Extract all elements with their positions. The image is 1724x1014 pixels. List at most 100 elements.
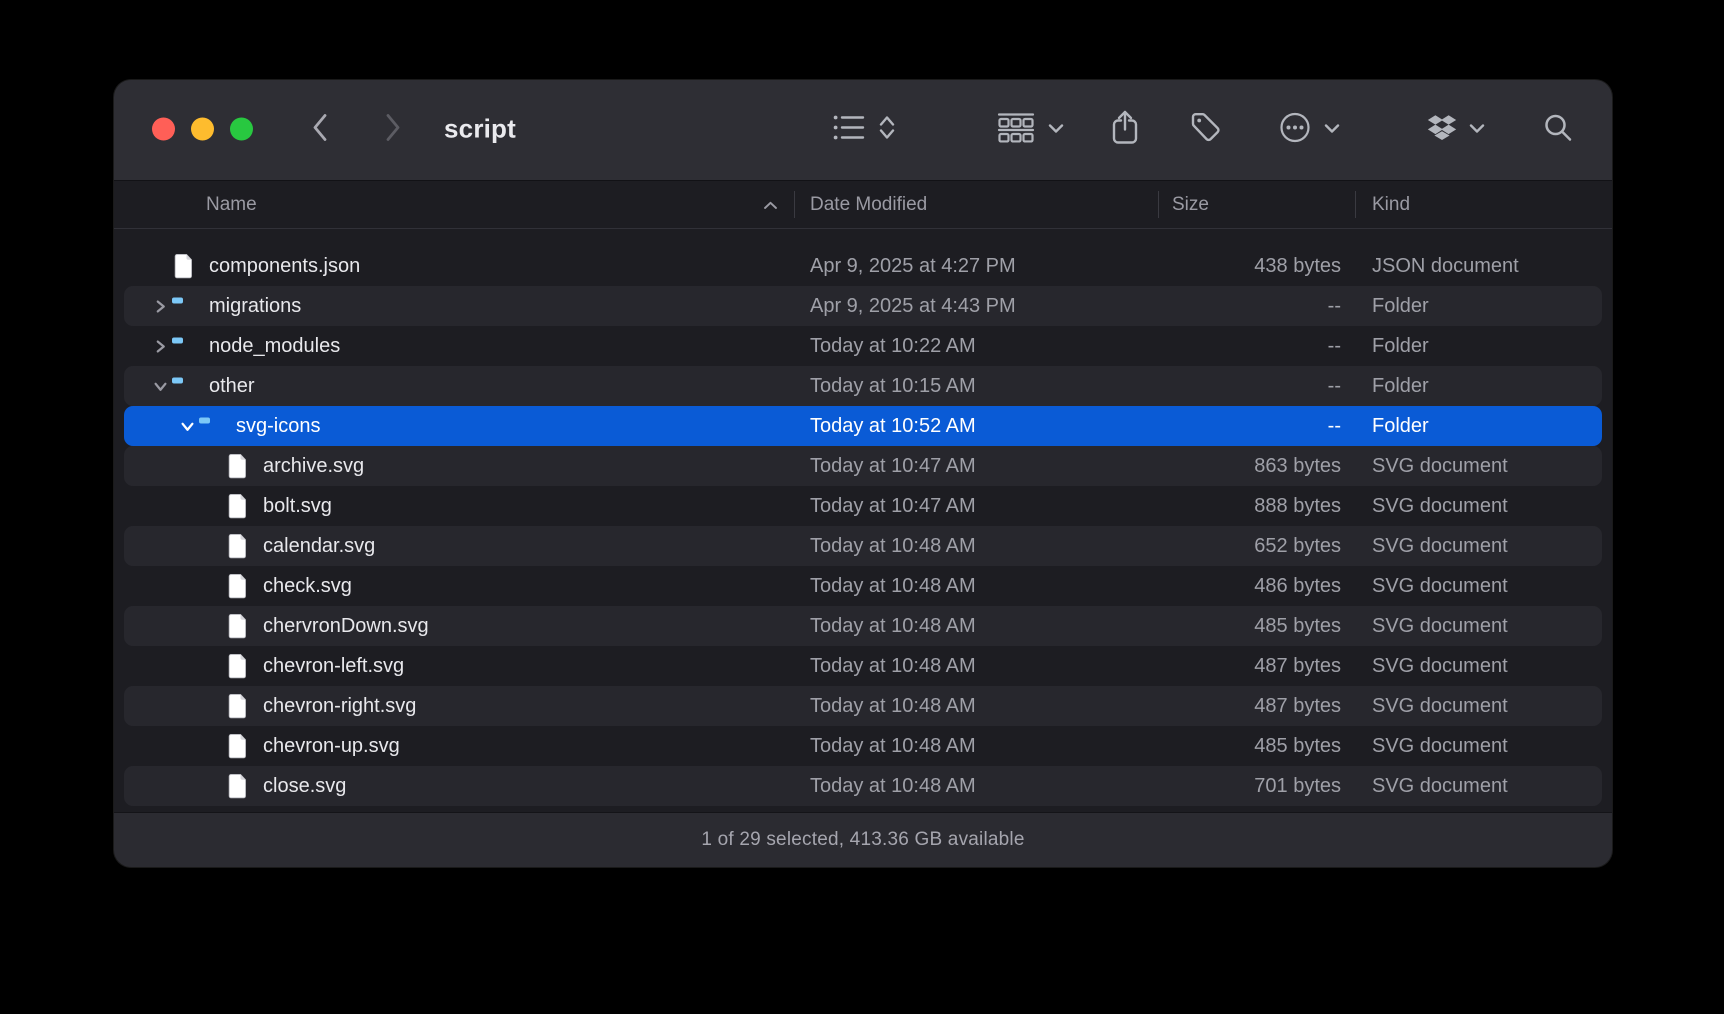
file-list: components.json Apr 9, 2025 at 4:27 PM 4…	[114, 228, 1612, 813]
file-date: Today at 10:48 AM	[794, 735, 1158, 758]
file-size: 485 bytes	[1158, 735, 1355, 758]
file-name: svg-icons	[236, 415, 320, 438]
zoom-button[interactable]	[230, 118, 253, 141]
file-name: other	[209, 375, 255, 398]
file-kind: SVG document	[1355, 575, 1602, 598]
chevron-left-icon	[312, 114, 328, 145]
file-kind: SVG document	[1355, 735, 1602, 758]
file-size: 485 bytes	[1158, 615, 1355, 638]
file-size: 888 bytes	[1158, 495, 1355, 518]
name-cell: chevron-up.svg	[124, 733, 794, 759]
name-cell: archive.svg	[124, 453, 794, 479]
file-row[interactable]: close.svg Today at 10:48 AM 701 bytes SV…	[124, 766, 1602, 806]
name-cell: node_modules	[124, 335, 794, 358]
chevron-down-icon	[1469, 120, 1485, 138]
column-label: Name	[206, 194, 257, 216]
close-button[interactable]	[152, 118, 175, 141]
file-size: 701 bytes	[1158, 775, 1355, 798]
column-header-kind[interactable]: Kind	[1355, 181, 1612, 228]
disclosure-chevron[interactable]	[149, 300, 171, 313]
file-size: --	[1158, 295, 1355, 318]
file-row[interactable]: migrations Apr 9, 2025 at 4:43 PM -- Fol…	[124, 286, 1602, 326]
search-button[interactable]	[1543, 113, 1573, 146]
file-row[interactable]: other Today at 10:15 AM -- Folder	[124, 366, 1602, 406]
back-button[interactable]	[312, 114, 328, 145]
file-row[interactable]: chevron-right.svg Today at 10:48 AM 487 …	[124, 686, 1602, 726]
folder-icon	[171, 296, 197, 317]
disclosure-chevron[interactable]	[149, 380, 171, 393]
file-size: --	[1158, 415, 1355, 438]
name-cell: components.json	[124, 253, 794, 279]
file-row[interactable]: chervronDown.svg Today at 10:48 AM 485 b…	[124, 606, 1602, 646]
file-row[interactable]: svg-icons Today at 10:52 AM -- Folder	[124, 406, 1602, 446]
window-title: script	[444, 114, 516, 145]
file-row[interactable]: chevron-up.svg Today at 10:48 AM 485 byt…	[124, 726, 1602, 766]
file-name: archive.svg	[263, 455, 364, 478]
tag-button[interactable]	[1188, 110, 1224, 149]
file-row[interactable]: chevron-left.svg Today at 10:48 AM 487 b…	[124, 646, 1602, 686]
name-cell: chevron-left.svg	[124, 653, 794, 679]
file-row[interactable]: archive.svg Today at 10:47 AM 863 bytes …	[124, 446, 1602, 486]
minimize-button[interactable]	[191, 118, 214, 141]
chevron-down-icon	[1324, 120, 1340, 138]
file-row[interactable]: bolt.svg Today at 10:47 AM 888 bytes SVG…	[124, 486, 1602, 526]
file-row[interactable]: node_modules Today at 10:22 AM -- Folder	[124, 326, 1602, 366]
share-icon	[1110, 110, 1140, 149]
column-header-size[interactable]: Size	[1158, 181, 1355, 228]
file-size: 652 bytes	[1158, 535, 1355, 558]
status-text: 1 of 29 selected, 413.36 GB available	[701, 829, 1024, 851]
file-size: --	[1158, 335, 1355, 358]
chevron-up-down-icon	[878, 114, 896, 145]
file-size: 487 bytes	[1158, 655, 1355, 678]
file-icon	[225, 693, 251, 719]
file-icon	[225, 653, 251, 679]
file-icon	[225, 533, 251, 559]
disclosure-chevron[interactable]	[149, 340, 171, 353]
column-label: Kind	[1372, 194, 1410, 216]
file-kind: Folder	[1355, 295, 1602, 318]
file-kind: SVG document	[1355, 495, 1602, 518]
file-name: chevron-right.svg	[263, 695, 416, 718]
chevron-right-icon	[385, 114, 401, 145]
file-date: Today at 10:48 AM	[794, 615, 1158, 638]
file-date: Apr 9, 2025 at 4:43 PM	[794, 295, 1158, 318]
more-options-button[interactable]	[1278, 111, 1312, 148]
file-size: --	[1158, 375, 1355, 398]
file-icon	[225, 613, 251, 639]
file-size: 486 bytes	[1158, 575, 1355, 598]
file-size: 487 bytes	[1158, 695, 1355, 718]
file-size: 438 bytes	[1158, 255, 1355, 278]
file-row[interactable]: components.json Apr 9, 2025 at 4:27 PM 4…	[124, 246, 1602, 286]
file-row[interactable]: check.svg Today at 10:48 AM 486 bytes SV…	[124, 566, 1602, 606]
file-kind: Folder	[1355, 415, 1602, 438]
forward-button[interactable]	[385, 114, 401, 145]
file-name: node_modules	[209, 335, 340, 358]
file-row[interactable]: calendar.svg Today at 10:48 AM 652 bytes…	[124, 526, 1602, 566]
file-size: 863 bytes	[1158, 455, 1355, 478]
share-button[interactable]	[1110, 110, 1140, 149]
sort-direction-button[interactable]	[878, 114, 896, 145]
file-date: Today at 10:22 AM	[794, 335, 1158, 358]
name-cell: chevron-right.svg	[124, 693, 794, 719]
file-date: Apr 9, 2025 at 4:27 PM	[794, 255, 1158, 278]
name-cell: migrations	[124, 295, 794, 318]
group-view-button[interactable]	[997, 113, 1035, 146]
dropbox-button[interactable]	[1425, 114, 1459, 145]
folder-icon	[198, 416, 224, 437]
column-header-date-modified[interactable]: Date Modified	[794, 181, 1158, 228]
file-name: bolt.svg	[263, 495, 332, 518]
file-icon	[225, 573, 251, 599]
disclosure-chevron[interactable]	[176, 420, 198, 433]
file-date: Today at 10:15 AM	[794, 375, 1158, 398]
column-label: Date Modified	[810, 194, 927, 216]
toolbar: script	[114, 80, 1612, 181]
file-name: check.svg	[263, 575, 352, 598]
traffic-lights	[152, 118, 253, 141]
name-cell: check.svg	[124, 573, 794, 599]
ellipsis-circle-icon	[1278, 111, 1312, 148]
file-icon	[225, 493, 251, 519]
list-view-button[interactable]	[833, 114, 865, 145]
name-cell: calendar.svg	[124, 533, 794, 559]
file-kind: SVG document	[1355, 655, 1602, 678]
column-header-name[interactable]: Name	[114, 181, 794, 228]
